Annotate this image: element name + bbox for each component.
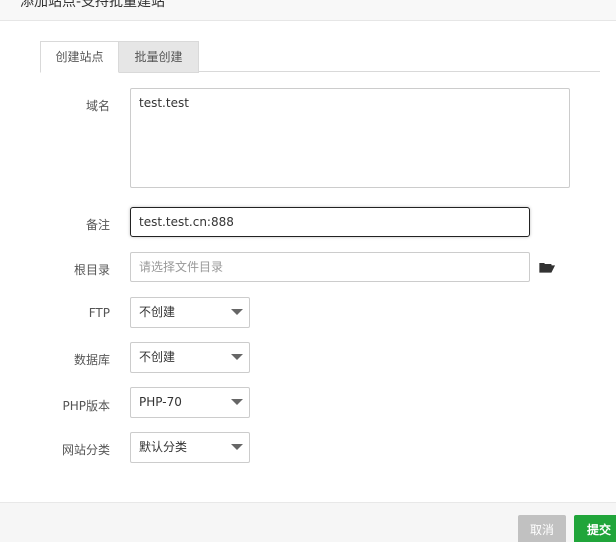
site-category-select-value: 默认分类 <box>139 440 188 454</box>
domain-label: 域名 <box>85 99 110 113</box>
tab-batch-create[interactable]: 批量创建 <box>119 41 199 73</box>
site-category-label: 网站分类 <box>61 443 110 457</box>
php-version-label: PHP版本 <box>62 399 111 413</box>
site-category-select[interactable]: 默认分类 <box>130 432 250 463</box>
root-dir-label: 根目录 <box>73 263 110 277</box>
database-select[interactable]: 不创建 <box>130 342 250 373</box>
folder-open-icon[interactable] <box>539 261 555 273</box>
dialog-header: 添加站点-支持批量建站 <box>0 0 616 21</box>
submit-button[interactable]: 提交 <box>574 515 616 542</box>
root-dir-input[interactable]: 请选择文件目录 <box>130 252 530 282</box>
remark-label: 备注 <box>85 218 110 232</box>
ftp-select[interactable]: 不创建 <box>130 297 250 328</box>
chevron-down-icon <box>231 354 243 360</box>
dialog-title: 添加站点-支持批量建站 <box>20 0 166 10</box>
ftp-label: FTP <box>88 306 110 320</box>
domain-textarea[interactable]: test.test <box>130 88 570 188</box>
cancel-button[interactable]: 取消 <box>518 515 566 542</box>
tab-create-site[interactable]: 创建站点 <box>40 41 119 73</box>
dialog-footer: 取消 提交 <box>0 502 616 542</box>
ftp-select-value: 不创建 <box>139 305 176 319</box>
database-label: 数据库 <box>73 353 110 367</box>
database-select-value: 不创建 <box>139 350 176 364</box>
chevron-down-icon <box>231 399 243 405</box>
chevron-down-icon <box>231 309 243 315</box>
php-version-select-value: PHP-70 <box>139 395 182 409</box>
tab-bar: 创建站点 批量创建 <box>40 41 600 73</box>
remark-input[interactable]: test.test.cn:888 <box>130 207 530 237</box>
chevron-down-icon <box>231 444 243 450</box>
php-version-select[interactable]: PHP-70 <box>130 387 250 418</box>
